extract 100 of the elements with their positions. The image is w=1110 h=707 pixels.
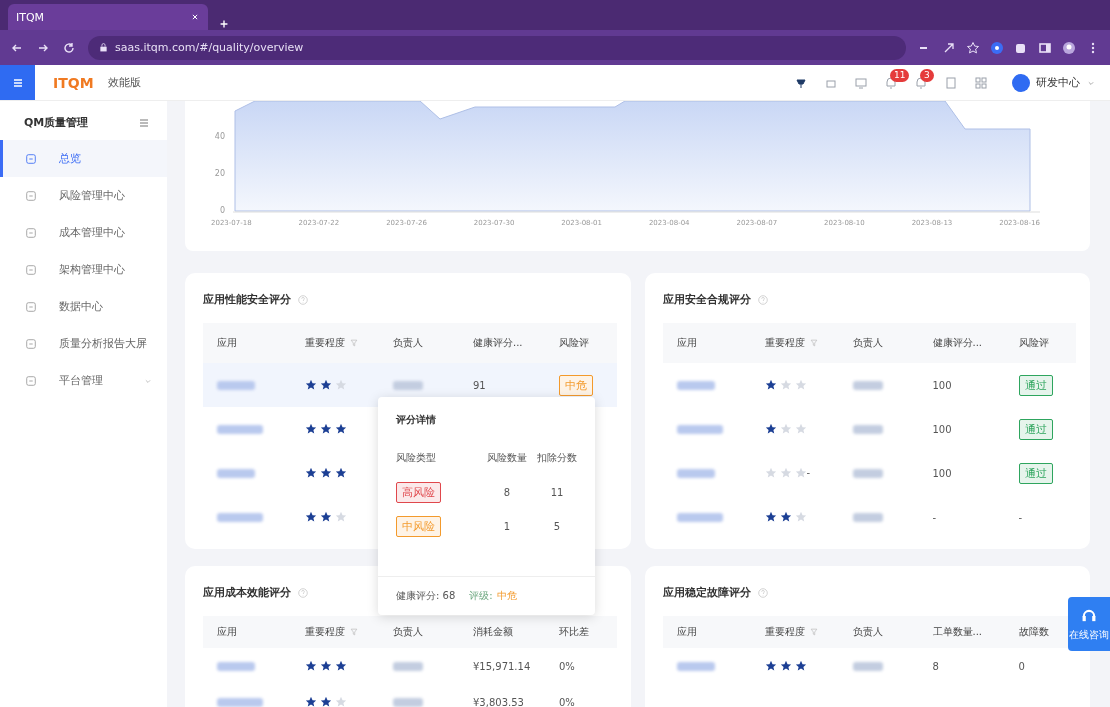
sidebar-item[interactable]: 平台管理 (0, 362, 167, 399)
star-icon[interactable] (966, 40, 980, 55)
app-logo: ITQM (53, 74, 94, 91)
table-cell-text: ¥3,803.53 (473, 696, 525, 707)
menu-item-icon (25, 226, 37, 239)
notification-badge: 11 (890, 68, 910, 82)
redacted-text (852, 380, 883, 390)
table-cell-text: 0 (1018, 660, 1026, 672)
table-cell-text: 100 (932, 467, 953, 479)
empty-star-icon (779, 467, 792, 479)
risk-tag: 通过 (1018, 462, 1053, 484)
tooltip-title: 评分详情 (396, 413, 437, 427)
address-bar[interactable]: saas.itqm.com/#/quality/overview (88, 35, 906, 60)
table-cell-text: ¥15,971.14 (473, 660, 532, 672)
card-title: 应用安全合规评分 (662, 292, 751, 307)
user-menu[interactable]: 研发中心 (1036, 75, 1080, 90)
star-icon (779, 511, 792, 523)
score-text: 健康评分: 68 (396, 589, 456, 603)
redacted-text (676, 512, 723, 522)
star-icon (335, 467, 347, 479)
axis-label: 0 (219, 206, 225, 215)
sidebar-item[interactable]: 成本管理中心 (0, 214, 167, 251)
profile-icon[interactable] (1062, 40, 1076, 55)
table-cell-text: 0% (559, 696, 576, 707)
redacted-text (852, 661, 883, 671)
menu-item-icon (25, 152, 37, 165)
column-header[interactable]: 重要程度 (764, 625, 805, 639)
star-icon (305, 467, 317, 479)
redacted-text (217, 380, 255, 390)
sidepanel-icon[interactable] (1038, 40, 1052, 55)
plus-icon[interactable] (218, 18, 230, 30)
column-header: 健康评分... (932, 336, 983, 350)
column-header: 负责人 (393, 336, 423, 350)
share-icon[interactable] (942, 40, 956, 55)
table-cell-text: 91 (473, 379, 487, 391)
column-header: 工单数量... (932, 625, 983, 639)
star-icon (764, 511, 777, 523)
star-icon (305, 423, 317, 435)
redacted-text (676, 380, 715, 390)
star-icon (320, 696, 332, 707)
table-cell-text: 0% (559, 660, 576, 672)
star-icon (305, 660, 317, 672)
star-icon (305, 696, 317, 707)
menu-item-icon (25, 189, 37, 202)
empty-star-icon (794, 423, 807, 435)
table-cell-text: - (1018, 511, 1024, 523)
help-button[interactable]: 在线咨询 (1068, 597, 1110, 651)
sidebar-item[interactable]: 质量分析报告大屏 (0, 325, 167, 362)
table-cell: 11 (550, 486, 564, 498)
column-header: 负责人 (852, 625, 883, 639)
column-header[interactable]: 重要程度 (764, 336, 805, 350)
empty-star-icon (794, 511, 807, 523)
notification-badge: 3 (920, 68, 934, 82)
column-header: 消耗金额 (473, 625, 513, 639)
redacted-text (852, 468, 883, 478)
table-cell-text: 8 (932, 660, 940, 672)
extension-icon[interactable] (990, 40, 1004, 55)
empty-star-icon (794, 467, 807, 479)
menu-item-icon (25, 337, 37, 350)
empty-star-icon (779, 379, 792, 391)
risk-tag: 中风险 (396, 515, 441, 537)
redacted-text (393, 661, 423, 671)
menu-button[interactable] (0, 65, 35, 100)
redacted-text (676, 424, 723, 434)
menu-item-icon (25, 374, 37, 387)
star-icon (335, 660, 347, 672)
sidebar-item[interactable]: 数据中心 (0, 288, 167, 325)
sidebar-item[interactable]: 架构管理中心 (0, 251, 167, 288)
table-cell: 5 (553, 520, 561, 532)
avatar[interactable] (1012, 73, 1030, 92)
sidebar-item[interactable]: 总览 (0, 140, 167, 177)
column-header[interactable]: 重要程度 (305, 625, 345, 639)
empty-star-icon (779, 423, 792, 435)
column-header: 应用 (217, 625, 237, 639)
empty-value: - (806, 467, 811, 479)
redacted-text (393, 380, 423, 390)
column-header: 应用 (676, 625, 697, 639)
table-cell-text: - (932, 511, 938, 523)
column-header: 风险评 (559, 336, 589, 350)
star-icon (320, 660, 332, 672)
sidebar-item[interactable]: 风险管理中心 (0, 177, 167, 214)
column-header[interactable]: 重要程度 (305, 336, 345, 350)
risk-tag: 高风险 (396, 481, 441, 503)
empty-star-icon (335, 379, 347, 391)
reload-icon[interactable] (62, 40, 76, 55)
star-icon (764, 423, 777, 435)
star-icon (764, 660, 777, 672)
redacted-text (217, 697, 263, 707)
column-header: 扣除分数 (537, 451, 577, 465)
close-icon[interactable] (190, 12, 200, 22)
table-cell: 1 (503, 520, 511, 532)
card-title: 应用成本效能评分 (203, 585, 291, 600)
risk-tag: 通过 (1018, 374, 1053, 396)
redacted-text (852, 512, 883, 522)
star-icon (764, 379, 777, 391)
axis-label: 40 (214, 132, 225, 141)
browser-tab[interactable]: ITQM (8, 4, 208, 30)
sidebar-title: QM质量管理 (24, 115, 89, 130)
table-cell-text: 100 (932, 379, 953, 391)
star-icon (794, 660, 807, 672)
